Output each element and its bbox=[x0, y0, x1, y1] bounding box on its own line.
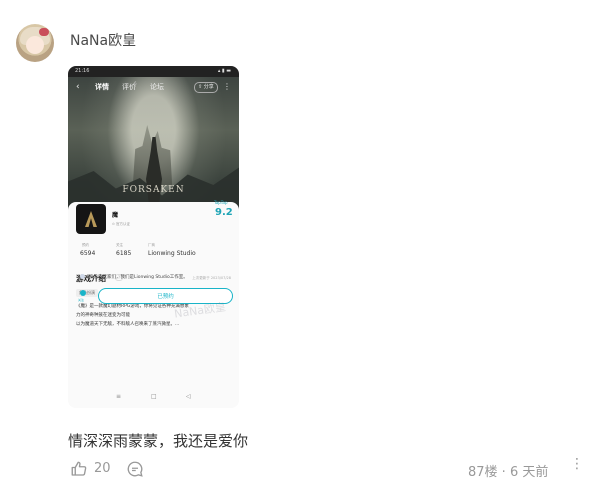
menu-icon: ≡ bbox=[116, 393, 122, 400]
home-icon: □ bbox=[151, 393, 157, 400]
rating-source: TapTap bbox=[214, 200, 228, 205]
floor-and-time: 87楼 · 6 天前 bbox=[468, 465, 549, 480]
rating-score: 9.2 bbox=[215, 207, 233, 218]
stat-value-developer: Lionwing Studio bbox=[148, 250, 196, 257]
intro-line: 以为魔道天下无敌，不料敌人召唤来了蒸汽微星。... bbox=[76, 322, 180, 327]
notice-text: 亲爱的玩家们，我们是Lionwing Studio工作室。 bbox=[89, 275, 188, 280]
thumbs-up-icon[interactable] bbox=[70, 460, 88, 478]
avatar-bow bbox=[39, 28, 49, 36]
follow-label: 关注 bbox=[78, 298, 85, 302]
more-options-icon[interactable]: ⋮ bbox=[570, 456, 584, 472]
stat-label-developer: 厂商 bbox=[148, 243, 155, 247]
more-icon: ⋮ bbox=[223, 82, 231, 91]
reviews-count-badge: 6 bbox=[134, 81, 137, 86]
notice-icon bbox=[80, 274, 85, 279]
game-name: 魔 bbox=[112, 212, 119, 219]
developer-notice: 亲爱的玩家们，我们是Lionwing Studio工作室。 bbox=[80, 273, 230, 283]
verified-badge: ⊙ 官方认证 bbox=[112, 222, 131, 226]
phone-status-bar: 21:16 ▴ ▮ ▬ bbox=[68, 66, 239, 77]
share-button: ⇪ 分享 bbox=[194, 82, 218, 93]
back-nav-icon: ◁ bbox=[186, 393, 191, 400]
username[interactable]: NaNa欧皇 bbox=[70, 30, 136, 50]
reply-icon[interactable] bbox=[126, 460, 144, 478]
comment-text: 情深深雨蒙蒙，我还是爱你 bbox=[68, 432, 249, 450]
attached-screenshot[interactable]: 21:16 ▴ ▮ ▬ FORSAKEN ‹ 详情 评价 6 论坛 ⇪ 分享 ⋮… bbox=[68, 66, 239, 408]
stat-label-follows: 关注 bbox=[116, 243, 123, 247]
user-avatar[interactable] bbox=[16, 24, 54, 62]
stat-label-reservations: 预约 bbox=[82, 243, 89, 247]
stat-value-follows: 6185 bbox=[116, 250, 132, 257]
tab-details: 详情 bbox=[95, 83, 109, 91]
intro-line: 力的神奇种族在迷变为可能 bbox=[76, 313, 130, 318]
tab-forum: 论坛 bbox=[150, 83, 164, 91]
post-footer: 20 87楼 · 6 天前 ⋮ bbox=[0, 456, 595, 480]
follow-icon bbox=[80, 290, 86, 296]
status-icons: ▴ ▮ ▬ bbox=[217, 68, 231, 74]
status-time: 21:16 bbox=[75, 68, 90, 74]
hero-title: FORSAKEN bbox=[122, 185, 185, 195]
stat-value-reservations: 6594 bbox=[80, 250, 96, 257]
like-count: 20 bbox=[94, 461, 111, 476]
phone-system-nav: ≡ □ ◁ bbox=[68, 391, 239, 405]
game-icon bbox=[76, 204, 106, 234]
avatar-face bbox=[26, 36, 44, 54]
back-icon: ‹ bbox=[76, 82, 80, 92]
game-logo-icon bbox=[85, 211, 97, 227]
phone-nav-bar: ‹ 详情 评价 6 论坛 ⇪ 分享 ⋮ bbox=[68, 78, 239, 96]
